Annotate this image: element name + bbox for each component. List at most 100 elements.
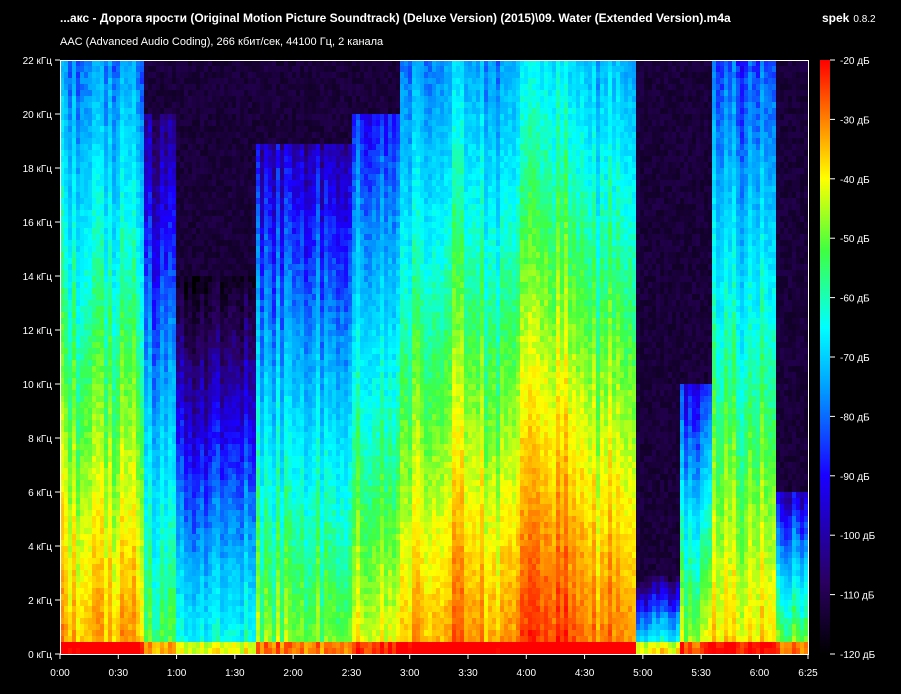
spectro-cell — [128, 234, 132, 240]
spectro-cell — [224, 486, 228, 492]
spectro-cell — [172, 186, 176, 192]
spectro-cell — [220, 366, 224, 372]
spectro-cell — [136, 534, 140, 540]
spectro-cell — [172, 126, 176, 132]
spectro-cell — [140, 576, 144, 582]
spectro-cell — [216, 534, 220, 540]
spectro-cell — [96, 462, 100, 468]
spectro-cell — [92, 540, 96, 546]
spectro-cell — [200, 402, 204, 408]
spectro-cell — [120, 240, 124, 246]
spectro-cell — [180, 420, 184, 426]
spectro-cell — [240, 366, 244, 372]
spectro-cell — [124, 198, 128, 204]
spectro-cell — [188, 612, 192, 618]
spectro-cell — [116, 450, 120, 456]
spectro-cell — [248, 120, 252, 126]
spectro-cell — [108, 390, 112, 396]
spectro-cell — [240, 198, 244, 204]
spectro-cell — [64, 180, 68, 186]
spectro-cell — [208, 246, 212, 252]
spectro-cell — [88, 162, 92, 168]
spectro-cell — [148, 276, 152, 282]
spectro-cell — [252, 384, 256, 390]
spectro-cell — [200, 522, 204, 528]
spectro-cell — [132, 276, 136, 282]
spectro-cell — [140, 96, 144, 102]
spectro-cell — [132, 576, 136, 582]
spectro-cell — [216, 570, 220, 576]
spectro-cell — [132, 498, 136, 504]
spectro-cell — [172, 624, 176, 630]
spectro-cell — [68, 258, 72, 264]
spectro-cell — [140, 624, 144, 630]
spectro-cell — [64, 366, 68, 372]
spectro-cell — [132, 630, 136, 636]
spectro-cell — [148, 516, 152, 522]
spectro-cell — [72, 318, 76, 324]
spectro-cell — [200, 432, 204, 438]
spectro-cell — [88, 384, 92, 390]
spectro-cell — [88, 228, 92, 234]
spectro-cell — [68, 96, 72, 102]
spectro-cell — [172, 528, 176, 534]
spectro-cell — [212, 498, 216, 504]
spectro-cell — [204, 162, 208, 168]
spectro-cell — [92, 306, 96, 312]
spectro-cell — [196, 510, 200, 516]
spectro-cell — [228, 276, 232, 282]
spectro-cell — [76, 540, 80, 546]
spectro-cell — [200, 492, 204, 498]
spectro-cell — [188, 270, 192, 276]
spectro-cell — [96, 270, 100, 276]
spectro-cell — [244, 498, 248, 504]
spectro-cell — [100, 366, 104, 372]
spectro-cell — [208, 546, 212, 552]
spectro-cell — [172, 360, 176, 366]
spectro-cell — [196, 300, 200, 306]
spectro-cell — [92, 486, 96, 492]
spectro-cell — [244, 366, 248, 372]
spectro-cell — [164, 360, 168, 366]
spectro-cell — [248, 162, 252, 168]
spectro-cell — [168, 408, 172, 414]
spectro-cell — [116, 228, 120, 234]
spectro-cell — [248, 600, 252, 606]
spectro-cell — [140, 648, 144, 654]
spectro-cell — [220, 408, 224, 414]
spectro-cell — [68, 378, 72, 384]
spectro-cell — [236, 396, 240, 402]
spectro-cell — [84, 426, 88, 432]
spectro-cell — [216, 96, 220, 102]
spectrogram-chart: 0 кГц2 кГц4 кГц6 кГц8 кГц10 кГц12 кГц14 … — [0, 0, 901, 694]
spectro-cell — [68, 324, 72, 330]
spectro-cell — [104, 120, 108, 126]
spectro-cell — [128, 156, 132, 162]
spectro-cell — [224, 366, 228, 372]
spectro-cell — [192, 360, 196, 366]
spectro-cell — [208, 258, 212, 264]
spectro-cell — [140, 318, 144, 324]
spectro-cell — [256, 552, 260, 558]
spectro-cell — [68, 450, 72, 456]
spectro-cell — [132, 444, 136, 450]
spectro-cell — [68, 630, 72, 636]
spectro-cell — [80, 486, 84, 492]
spectro-cell — [168, 210, 172, 216]
spectro-cell — [220, 396, 224, 402]
spectro-cell — [192, 264, 196, 270]
spectro-cell — [124, 192, 128, 198]
spectro-cell — [160, 624, 164, 630]
spectro-cell — [96, 426, 100, 432]
spectro-cell — [252, 78, 256, 84]
spectro-cell — [88, 120, 92, 126]
spectro-cell — [152, 180, 156, 186]
spectro-cell — [116, 330, 120, 336]
spectro-cell — [256, 132, 260, 138]
spectro-cell — [252, 390, 256, 396]
spectro-cell — [156, 642, 160, 648]
spectro-cell — [128, 522, 132, 528]
spectro-cell — [144, 234, 148, 240]
spectro-cell — [164, 96, 168, 102]
spectro-cell — [136, 474, 140, 480]
